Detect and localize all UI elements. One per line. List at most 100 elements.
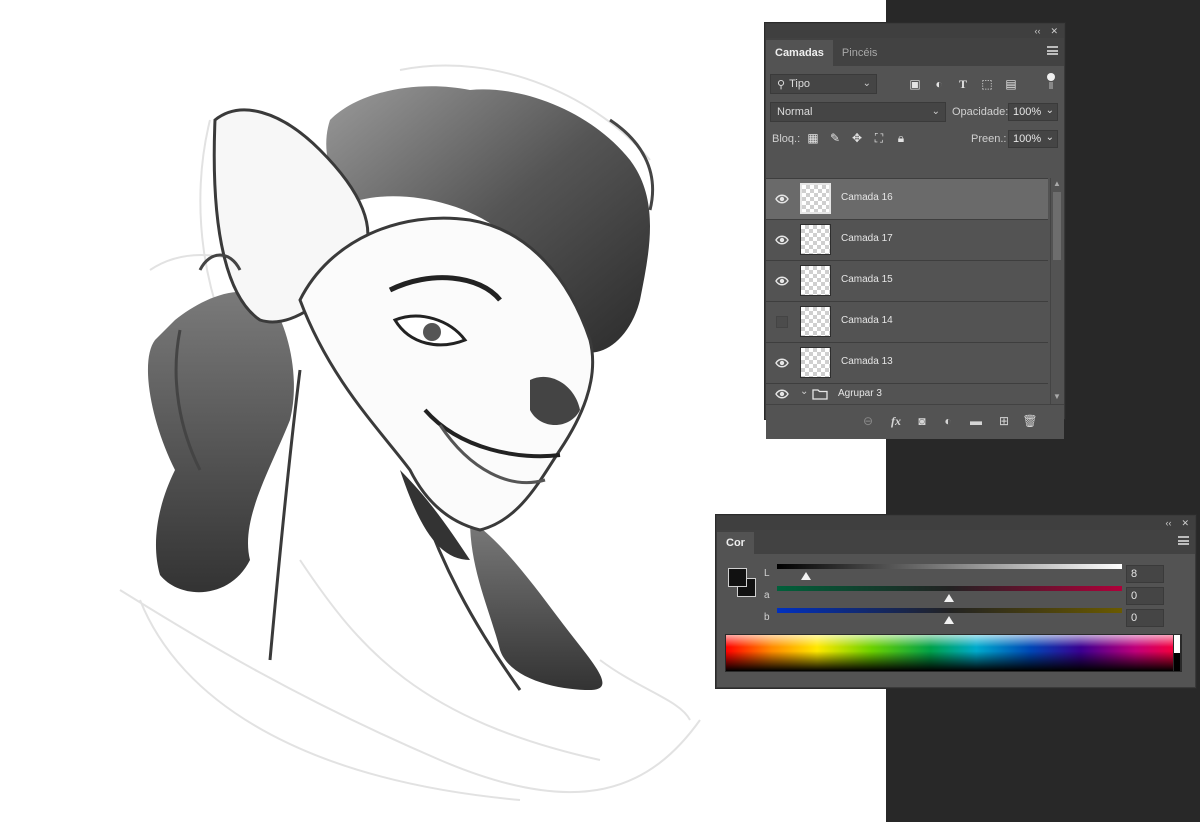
opacity-input[interactable]: 100% ⌄ (1008, 103, 1058, 121)
color-tabbar: Cor (717, 530, 1195, 554)
search-icon: ⚲ (777, 78, 786, 91)
opacity-value: 100% (1013, 106, 1042, 118)
scroll-down-icon[interactable]: ▼ (1053, 392, 1061, 401)
chevron-down-icon: ⌄ (1045, 105, 1054, 116)
layer-thumbnail (800, 347, 831, 378)
fx-icon[interactable]: fx (888, 413, 904, 429)
fill-input[interactable]: 100% ⌄ (1008, 130, 1058, 148)
a-value: 0 (1131, 590, 1138, 602)
tab-color[interactable]: Cor (717, 532, 754, 554)
white-black-swatch[interactable] (1173, 634, 1181, 672)
fill-value: 100% (1013, 133, 1042, 145)
l-value-input[interactable]: 8 (1126, 565, 1164, 583)
color-spectrum[interactable] (725, 634, 1182, 672)
layer-thumbnail (800, 265, 831, 296)
panel-header: ‹‹ ✕ (766, 24, 1064, 38)
group-row[interactable]: ⌄ Agrupar 3 (766, 383, 1048, 406)
chevron-down-icon: ⌄ (862, 78, 871, 89)
color-panel: ‹‹ ✕ Cor L 8 a 0 b 0 (716, 515, 1196, 688)
lock-artboard-icon[interactable]: ⛶ (872, 131, 886, 145)
smart-object-filter-icon[interactable]: ▤ (1004, 77, 1018, 91)
trash-icon[interactable]: 🗑︎ (1022, 413, 1038, 429)
eye-icon[interactable] (775, 192, 789, 206)
tab-layers[interactable]: Camadas (766, 40, 833, 66)
lock-label: Bloq.: (772, 133, 801, 145)
eye-icon[interactable] (775, 387, 789, 401)
l-slider-track[interactable] (777, 564, 1122, 569)
folder-icon (812, 389, 828, 400)
shape-filter-icon[interactable]: ⬚ (980, 77, 994, 91)
layer-name[interactable]: Camada 17 (841, 233, 893, 244)
add-mask-icon[interactable]: ◙ (914, 413, 930, 429)
layer-row[interactable]: Camada 16 (766, 178, 1048, 219)
panel-header: ‹‹ ✕ (717, 516, 1195, 530)
a-value-input[interactable]: 0 (1126, 587, 1164, 605)
foreground-color-swatch[interactable] (728, 568, 747, 587)
adjustment-filter-icon[interactable]: ◐ (932, 77, 946, 91)
scroll-thumb[interactable] (1053, 192, 1061, 260)
chevron-down-icon: ⌄ (931, 106, 940, 117)
adjustment-layer-icon[interactable]: ◐ (940, 413, 956, 429)
group-name[interactable]: Agrupar 3 (838, 388, 882, 399)
layers-tabbar: Camadas Pincéis (766, 38, 1064, 66)
slider-label: L (764, 568, 770, 579)
chevron-down-icon[interactable]: ⌄ (800, 386, 808, 397)
layer-thumbnail (800, 224, 831, 255)
layer-name[interactable]: Camada 16 (841, 192, 893, 203)
layer-thumbnail (800, 183, 831, 214)
link-layers-icon[interactable]: ⊖ (860, 413, 876, 429)
b-slider-thumb[interactable] (944, 616, 954, 624)
layer-name[interactable]: Camada 13 (841, 356, 893, 367)
layer-filter-label: Tipo (789, 78, 811, 90)
collapse-icon[interactable]: ‹‹ (1034, 26, 1040, 36)
new-layer-icon[interactable]: ⊞ (996, 413, 1012, 429)
new-group-icon[interactable]: ▬ (968, 413, 984, 429)
eye-icon[interactable] (775, 356, 789, 370)
slider-label: b (764, 612, 770, 623)
filter-toggle-icon[interactable] (1046, 72, 1056, 90)
layer-row[interactable]: Camada 15 (766, 260, 1048, 301)
l-value: 8 (1131, 568, 1138, 580)
layers-panel: ‹‹ ✕ Camadas Pincéis ⚲ Tipo ⌄ ▣ ◐ T ⬚ ▤ … (765, 23, 1065, 439)
chevron-down-icon: ⌄ (1045, 132, 1054, 143)
character-sketch (119, 64, 701, 801)
layer-name[interactable]: Camada 14 (841, 315, 893, 326)
b-slider-track[interactable] (777, 608, 1122, 613)
layer-thumbnail (800, 306, 831, 337)
b-value-input[interactable]: 0 (1126, 609, 1164, 627)
layer-row[interactable]: Camada 13 (766, 342, 1048, 383)
a-slider-track[interactable] (777, 586, 1122, 591)
close-icon[interactable]: ✕ (1050, 26, 1058, 37)
layers-list: Camada 16 Camada 17 Camada 15 Camada 14 … (766, 178, 1048, 406)
tab-brushes[interactable]: Pincéis (833, 40, 886, 66)
panel-menu-icon[interactable] (1047, 46, 1058, 55)
lock-all-icon[interactable]: 🔒︎ (894, 131, 908, 145)
blend-mode-select[interactable]: Normal ⌄ (770, 102, 946, 122)
slider-label: a (764, 590, 770, 601)
opacity-label: Opacidade: (952, 106, 1009, 118)
layer-row[interactable]: Camada 14 (766, 301, 1048, 342)
layers-scrollbar[interactable]: ▲ ▼ (1050, 178, 1064, 406)
l-slider-thumb[interactable] (801, 572, 811, 580)
a-slider-thumb[interactable] (944, 594, 954, 602)
blend-mode-label: Normal (777, 106, 813, 118)
close-icon[interactable]: ✕ (1181, 518, 1189, 529)
layer-name[interactable]: Camada 15 (841, 274, 893, 285)
lock-transparent-icon[interactable]: ▦ (806, 131, 820, 145)
lock-position-icon[interactable]: ✥ (850, 131, 864, 145)
visibility-toggle-off[interactable] (776, 316, 788, 328)
eye-icon[interactable] (775, 233, 789, 247)
scroll-up-icon[interactable]: ▲ (1053, 179, 1061, 188)
panel-menu-icon[interactable] (1178, 536, 1189, 545)
image-filter-icon[interactable]: ▣ (908, 77, 922, 91)
canvas[interactable] (0, 0, 886, 822)
lock-pixels-icon[interactable]: ✎ (828, 131, 842, 145)
type-filter-icon[interactable]: T (956, 77, 970, 91)
collapse-icon[interactable]: ‹‹ (1165, 518, 1171, 528)
fill-label: Preen.: (971, 133, 1007, 145)
eye-icon[interactable] (775, 274, 789, 288)
layer-filter-select[interactable]: ⚲ Tipo ⌄ (770, 74, 877, 94)
layers-bottom-toolbar: ⊖ fx ◙ ◐ ▬ ⊞ 🗑︎ (766, 404, 1064, 439)
b-value: 0 (1131, 612, 1138, 624)
layer-row[interactable]: Camada 17 (766, 219, 1048, 260)
